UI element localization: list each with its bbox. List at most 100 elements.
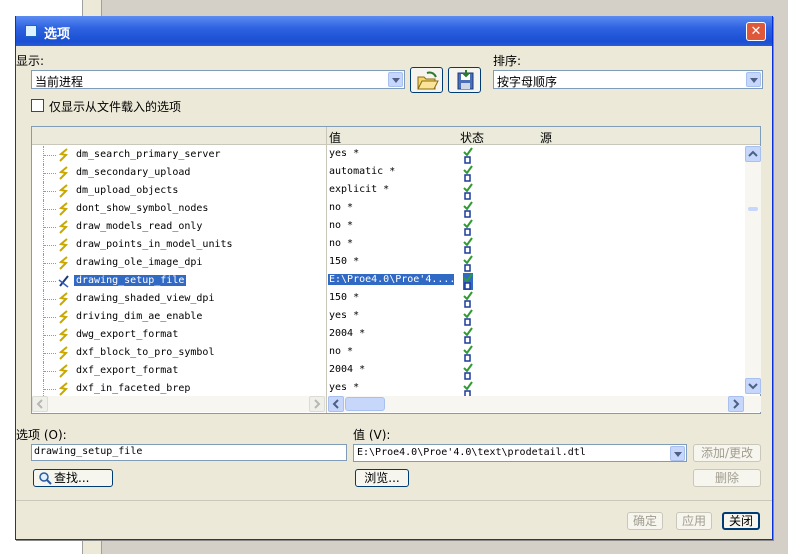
status-check-icon xyxy=(463,363,473,380)
lightning-icon xyxy=(58,292,69,306)
sort-select-value: 按字母顺序 xyxy=(497,75,558,89)
scroll-up-button[interactable] xyxy=(745,146,761,162)
chevron-down-icon[interactable] xyxy=(746,72,761,87)
column-header-value[interactable]: 值 xyxy=(329,129,341,146)
vertical-scrollbar[interactable] xyxy=(745,146,761,394)
option-name-cell: dm_secondary_upload xyxy=(76,167,191,178)
column-header-status[interactable]: 状态 xyxy=(460,129,484,146)
table-row[interactable]: draw_points_in_model_units no * xyxy=(32,236,760,254)
chevron-down-icon[interactable] xyxy=(670,446,685,461)
option-value-cell: 150 * xyxy=(329,292,360,303)
tree-connector xyxy=(43,164,57,182)
tree-connector xyxy=(43,362,57,380)
option-name-cell: draw_models_read_only xyxy=(76,221,203,232)
horizontal-scrollbar-right[interactable] xyxy=(328,396,761,412)
lightning-icon xyxy=(58,364,69,378)
horizontal-scrollbar-left[interactable] xyxy=(32,396,326,412)
save-disk-icon xyxy=(457,70,474,90)
search-icon xyxy=(39,472,52,485)
chevron-up-icon xyxy=(748,150,758,157)
status-check-icon xyxy=(463,255,473,272)
table-row[interactable]: dm_search_primary_server yes * xyxy=(32,146,760,164)
ok-button[interactable]: 确定 xyxy=(627,512,663,530)
apply-button[interactable]: 应用 xyxy=(676,512,712,530)
tree-connector xyxy=(43,272,57,290)
option-value-cell: no * xyxy=(329,346,354,357)
close-window-button[interactable]: ✕ xyxy=(746,22,766,41)
option-label: 选项 (O): xyxy=(16,428,67,442)
option-name-cell: dm_search_primary_server xyxy=(76,149,221,160)
chevron-left-icon xyxy=(332,399,339,409)
open-config-button[interactable] xyxy=(410,67,443,93)
scroll-right-button[interactable] xyxy=(309,396,325,412)
option-value-cell: automatic * xyxy=(329,166,396,177)
table-row[interactable]: dont_show_symbol_nodes no * xyxy=(32,200,760,218)
chevron-down-icon xyxy=(748,383,758,390)
value-label: 值 (V): xyxy=(353,428,391,442)
table-row[interactable]: dxf_export_format 2004 * xyxy=(32,362,760,380)
browse-button[interactable]: 浏览... xyxy=(355,469,409,487)
option-value-cell: no * xyxy=(329,220,354,231)
table-row[interactable]: dxf_block_to_pro_symbol no * xyxy=(32,344,760,362)
lightning-icon xyxy=(58,346,69,360)
sort-select[interactable]: 按字母顺序 xyxy=(493,70,763,89)
chevron-down-icon[interactable] xyxy=(388,72,403,87)
lightning-icon xyxy=(58,202,69,216)
option-name-cell: draw_points_in_model_units xyxy=(76,239,233,250)
option-name-cell: dwg_export_format xyxy=(76,329,179,340)
table-row[interactable]: dm_upload_objects explicit * xyxy=(32,182,760,200)
table-row[interactable]: draw_models_read_only no * xyxy=(32,218,760,236)
option-value-cell: 2004 * xyxy=(329,364,366,375)
status-check-icon xyxy=(463,273,473,290)
lightning-icon xyxy=(58,310,69,324)
options-dialog: 选项 ✕ 显示: 当前进程 排序: 按字母顺序 仅显示从文件载入的选项 值 状态… xyxy=(15,16,773,540)
close-button[interactable]: 关闭 xyxy=(722,512,760,530)
chevron-right-icon xyxy=(733,399,740,409)
tree-connector xyxy=(43,146,57,164)
option-value-cell: no * xyxy=(329,202,354,213)
table-row[interactable]: drawing_setup_file E:\Proe4.0\Proe'4.... xyxy=(32,272,760,290)
title-bar[interactable]: 选项 ✕ xyxy=(16,16,772,46)
tree-connector xyxy=(43,236,57,254)
display-select[interactable]: 当前进程 xyxy=(31,70,405,89)
only-from-file-checkbox[interactable] xyxy=(31,99,44,112)
column-header-source[interactable]: 源 xyxy=(540,129,552,146)
find-button-label: 查找... xyxy=(54,471,90,485)
tree-connector xyxy=(43,254,57,272)
scroll-left-button[interactable] xyxy=(32,396,48,412)
add-change-button[interactable]: 添加/更改 xyxy=(693,444,761,462)
table-row[interactable]: driving_dim_ae_enable yes * xyxy=(32,308,760,326)
tree-connector xyxy=(43,308,57,326)
delete-button[interactable]: 删除 xyxy=(693,469,761,487)
tree-connector xyxy=(43,326,57,344)
lightning-icon xyxy=(58,328,69,342)
scroll-right-button[interactable] xyxy=(728,396,744,412)
tree-connector xyxy=(43,200,57,218)
scroll-left-button[interactable] xyxy=(328,396,344,412)
option-value-cell: yes * xyxy=(329,310,360,321)
table-row[interactable]: drawing_ole_image_dpi 150 * xyxy=(32,254,760,272)
option-value-select[interactable]: E:\Proe4.0\Proe'4.0\text\prodetail.dtl xyxy=(353,444,687,462)
tree-connector xyxy=(43,182,57,200)
horizontal-scroll-thumb[interactable] xyxy=(345,397,385,411)
table-row[interactable]: dm_secondary_upload automatic * xyxy=(32,164,760,182)
status-check-icon xyxy=(463,345,473,362)
find-button[interactable]: 查找... xyxy=(33,469,113,487)
table-row[interactable]: dwg_export_format 2004 * xyxy=(32,326,760,344)
option-name-cell: dxf_in_faceted_brep xyxy=(76,383,191,394)
option-value-cell: explicit * xyxy=(329,184,390,195)
table-row[interactable]: drawing_shaded_view_dpi 150 * xyxy=(32,290,760,308)
option-name-input[interactable]: drawing_setup_file xyxy=(31,444,347,461)
option-value-cell: 150 * xyxy=(329,256,360,267)
display-label: 显示: xyxy=(16,54,45,68)
option-value-cell: yes * xyxy=(329,148,360,159)
lightning-icon xyxy=(58,148,69,162)
sort-label: 排序: xyxy=(493,54,522,68)
status-check-icon xyxy=(463,183,473,200)
scroll-thumb[interactable] xyxy=(748,207,758,211)
save-config-button[interactable] xyxy=(448,67,481,93)
open-folder-icon xyxy=(417,71,439,90)
scroll-down-button[interactable] xyxy=(745,378,761,394)
option-value-cell: 2004 * xyxy=(329,328,366,339)
tree-connector xyxy=(43,218,57,236)
